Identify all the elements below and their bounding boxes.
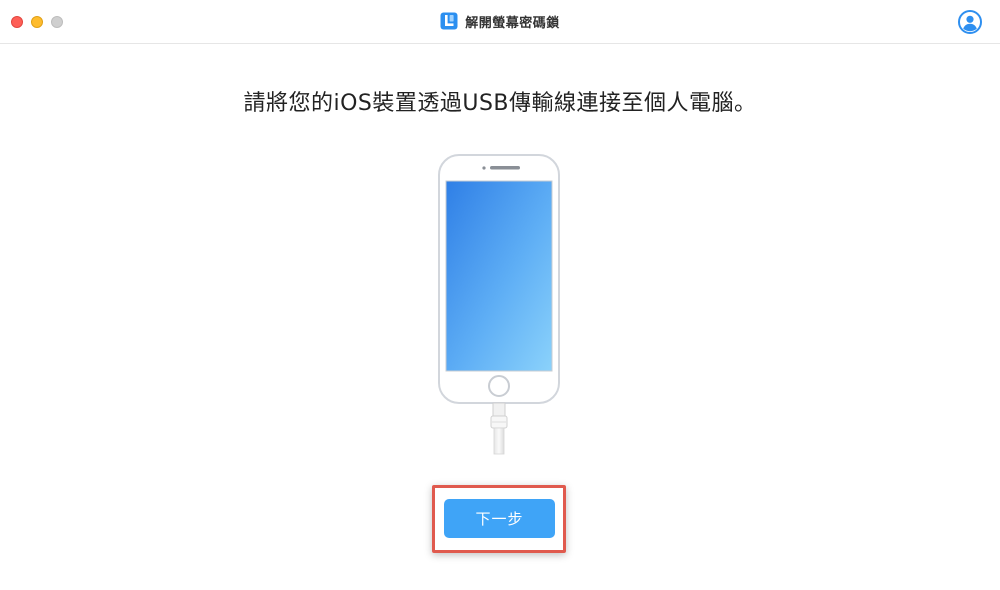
next-button[interactable]: 下一步 [444,499,555,538]
window-title-group: 解開螢幕密碼鎖 [0,10,1000,32]
app-window: 解開螢幕密碼鎖 請將您的iOS裝置透過USB傳輸線連接至個人電腦。 下一步 [0,0,1000,590]
iphone-with-usb-cable-icon [438,154,560,455]
window-title: 解開螢幕密碼鎖 [465,15,560,31]
connect-device-instruction: 請將您的iOS裝置透過USB傳輸線連接至個人電腦。 [243,91,757,116]
app-logo-icon [440,12,458,30]
title-bar: 解開螢幕密碼鎖 [0,0,1000,44]
user-account-icon[interactable] [958,10,982,34]
